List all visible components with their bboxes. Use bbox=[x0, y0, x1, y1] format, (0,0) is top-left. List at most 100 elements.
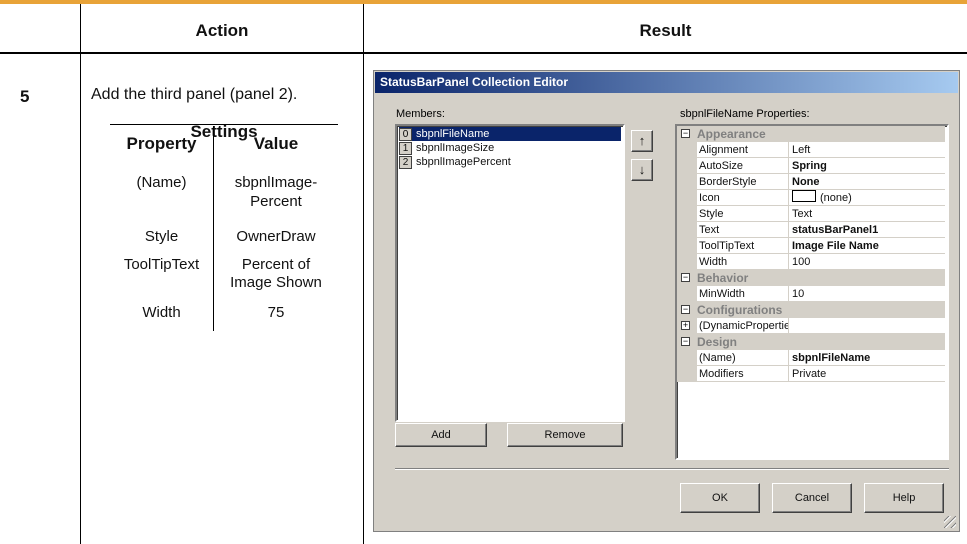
member-index: 1 bbox=[399, 142, 412, 155]
column-divider-2 bbox=[363, 4, 364, 544]
property-name: Text bbox=[697, 222, 789, 238]
property-row[interactable]: Style Text bbox=[677, 206, 945, 222]
settings-value-width: 75 bbox=[267, 304, 285, 321]
settings-header-property: Property bbox=[126, 134, 197, 153]
settings-property-width: Width bbox=[142, 304, 181, 321]
resize-grip-icon[interactable] bbox=[944, 516, 956, 528]
property-row[interactable]: + (DynamicPropertie bbox=[677, 318, 945, 334]
member-index: 2 bbox=[399, 156, 412, 169]
column-divider-1 bbox=[80, 4, 81, 544]
expand-icon[interactable]: + bbox=[681, 321, 690, 330]
property-name: Width bbox=[697, 254, 789, 270]
member-name: sbpnlImageSize bbox=[416, 142, 495, 154]
add-button-label: Add bbox=[431, 429, 451, 441]
category-design[interactable]: − Design bbox=[677, 334, 945, 350]
action-text: Add the third panel (panel 2). bbox=[91, 86, 298, 103]
property-name: Modifiers bbox=[697, 366, 789, 382]
category-appearance[interactable]: − Appearance bbox=[677, 126, 945, 142]
member-item[interactable]: 0 sbpnlFileName bbox=[399, 127, 621, 141]
settings-property-style: Style bbox=[144, 228, 179, 245]
settings-property-name: (Name) bbox=[136, 174, 187, 191]
property-grid[interactable]: − Appearance Alignment Left AutoSize Sprin… bbox=[675, 124, 949, 460]
settings-value-name-1: sbpnlImage- bbox=[234, 174, 318, 191]
member-name: sbpnlImagePercent bbox=[416, 156, 511, 168]
category-configurations[interactable]: − Configurations bbox=[677, 302, 945, 318]
category-label: Behavior bbox=[697, 271, 749, 285]
category-label: Appearance bbox=[697, 127, 766, 141]
property-value[interactable]: Left bbox=[789, 142, 945, 158]
ok-button[interactable]: OK bbox=[680, 483, 760, 513]
members-list[interactable]: 0 sbpnlFileName 1 sbpnlImageSize 2 sbpnlIma… bbox=[395, 124, 625, 422]
property-value[interactable] bbox=[789, 318, 945, 334]
move-up-button[interactable]: ↑ bbox=[631, 130, 653, 152]
settings-value-tooltiptext-1: Percent of bbox=[241, 256, 311, 273]
property-name: (DynamicPropertie bbox=[697, 318, 789, 334]
property-row[interactable]: MinWidth 10 bbox=[677, 286, 945, 302]
property-name: AutoSize bbox=[697, 158, 789, 174]
property-value[interactable]: Image File Name bbox=[789, 238, 945, 254]
cancel-button-label: Cancel bbox=[794, 492, 830, 504]
icon-swatch bbox=[792, 190, 816, 202]
members-label: Members: bbox=[396, 108, 445, 120]
member-item[interactable]: 2 sbpnlImagePercent bbox=[399, 155, 511, 169]
property-row[interactable]: Text statusBarPanel1 bbox=[677, 222, 945, 238]
ok-button-label: OK bbox=[712, 492, 728, 504]
column-header-result: Result bbox=[639, 21, 692, 40]
property-value[interactable]: (none) bbox=[789, 190, 945, 206]
arrow-up-icon: ↑ bbox=[638, 133, 646, 148]
property-value[interactable]: sbpnlFileName bbox=[789, 350, 945, 366]
member-item[interactable]: 1 sbpnlImageSize bbox=[399, 141, 494, 155]
property-row[interactable]: AutoSize Spring bbox=[677, 158, 945, 174]
member-index: 0 bbox=[399, 128, 412, 141]
property-value[interactable]: Text bbox=[789, 206, 945, 222]
add-button[interactable]: Add bbox=[395, 423, 487, 447]
icon-value-text: (none) bbox=[820, 192, 852, 204]
property-value[interactable]: None bbox=[789, 174, 945, 190]
property-value[interactable]: 10 bbox=[789, 286, 945, 302]
move-down-button[interactable]: ↓ bbox=[631, 159, 653, 181]
property-value[interactable]: statusBarPanel1 bbox=[789, 222, 945, 238]
property-value[interactable]: Private bbox=[789, 366, 945, 382]
property-name: MinWidth bbox=[697, 286, 789, 302]
properties-label: sbpnlFileName Properties: bbox=[680, 108, 810, 120]
property-row[interactable]: ToolTipText Image File Name bbox=[677, 238, 945, 254]
collapse-icon[interactable]: − bbox=[681, 305, 690, 314]
property-row[interactable]: Icon (none) bbox=[677, 190, 945, 206]
property-row[interactable]: Alignment Left bbox=[677, 142, 945, 158]
category-behavior[interactable]: − Behavior bbox=[677, 270, 945, 286]
arrow-down-icon: ↓ bbox=[638, 162, 646, 177]
property-row[interactable]: BorderStyle None bbox=[677, 174, 945, 190]
property-name: (Name) bbox=[697, 350, 789, 366]
settings-value-style: OwnerDraw bbox=[236, 228, 316, 245]
property-name: ToolTipText bbox=[697, 238, 789, 254]
collapse-icon[interactable]: − bbox=[681, 337, 690, 346]
help-button[interactable]: Help bbox=[864, 483, 944, 513]
cancel-button[interactable]: Cancel bbox=[772, 483, 852, 513]
property-row[interactable]: (Name) sbpnlFileName bbox=[677, 350, 945, 366]
property-row[interactable]: Width 100 bbox=[677, 254, 945, 270]
property-row[interactable]: Modifiers Private bbox=[677, 366, 945, 382]
remove-button[interactable]: Remove bbox=[507, 423, 623, 447]
dialog-separator bbox=[395, 468, 949, 470]
settings-value-tooltiptext-2: Image Shown bbox=[230, 274, 322, 291]
collection-editor-dialog: StatusBarPanel Collection Editor Members… bbox=[373, 70, 960, 532]
help-button-label: Help bbox=[892, 492, 916, 504]
collapse-icon[interactable]: − bbox=[681, 273, 690, 282]
property-name: Alignment bbox=[697, 142, 789, 158]
property-name: BorderStyle bbox=[697, 174, 789, 190]
remove-button-label: Remove bbox=[544, 429, 586, 441]
settings-value-name-2: Percent bbox=[250, 193, 302, 210]
top-accent-bar bbox=[0, 0, 967, 4]
step-number: 5 bbox=[20, 87, 30, 106]
property-name: Icon bbox=[697, 190, 789, 206]
settings-header-value: Value bbox=[253, 134, 299, 153]
header-rule bbox=[0, 52, 967, 54]
column-header-action: Action bbox=[195, 21, 249, 40]
collapse-icon[interactable]: − bbox=[681, 129, 690, 138]
dialog-title-bar: StatusBarPanel Collection Editor bbox=[375, 72, 958, 93]
member-name: sbpnlFileName bbox=[416, 128, 490, 140]
property-value[interactable]: 100 bbox=[789, 254, 945, 270]
category-label: Configurations bbox=[697, 303, 783, 317]
property-value[interactable]: Spring bbox=[789, 158, 945, 174]
property-name: Style bbox=[697, 206, 789, 222]
